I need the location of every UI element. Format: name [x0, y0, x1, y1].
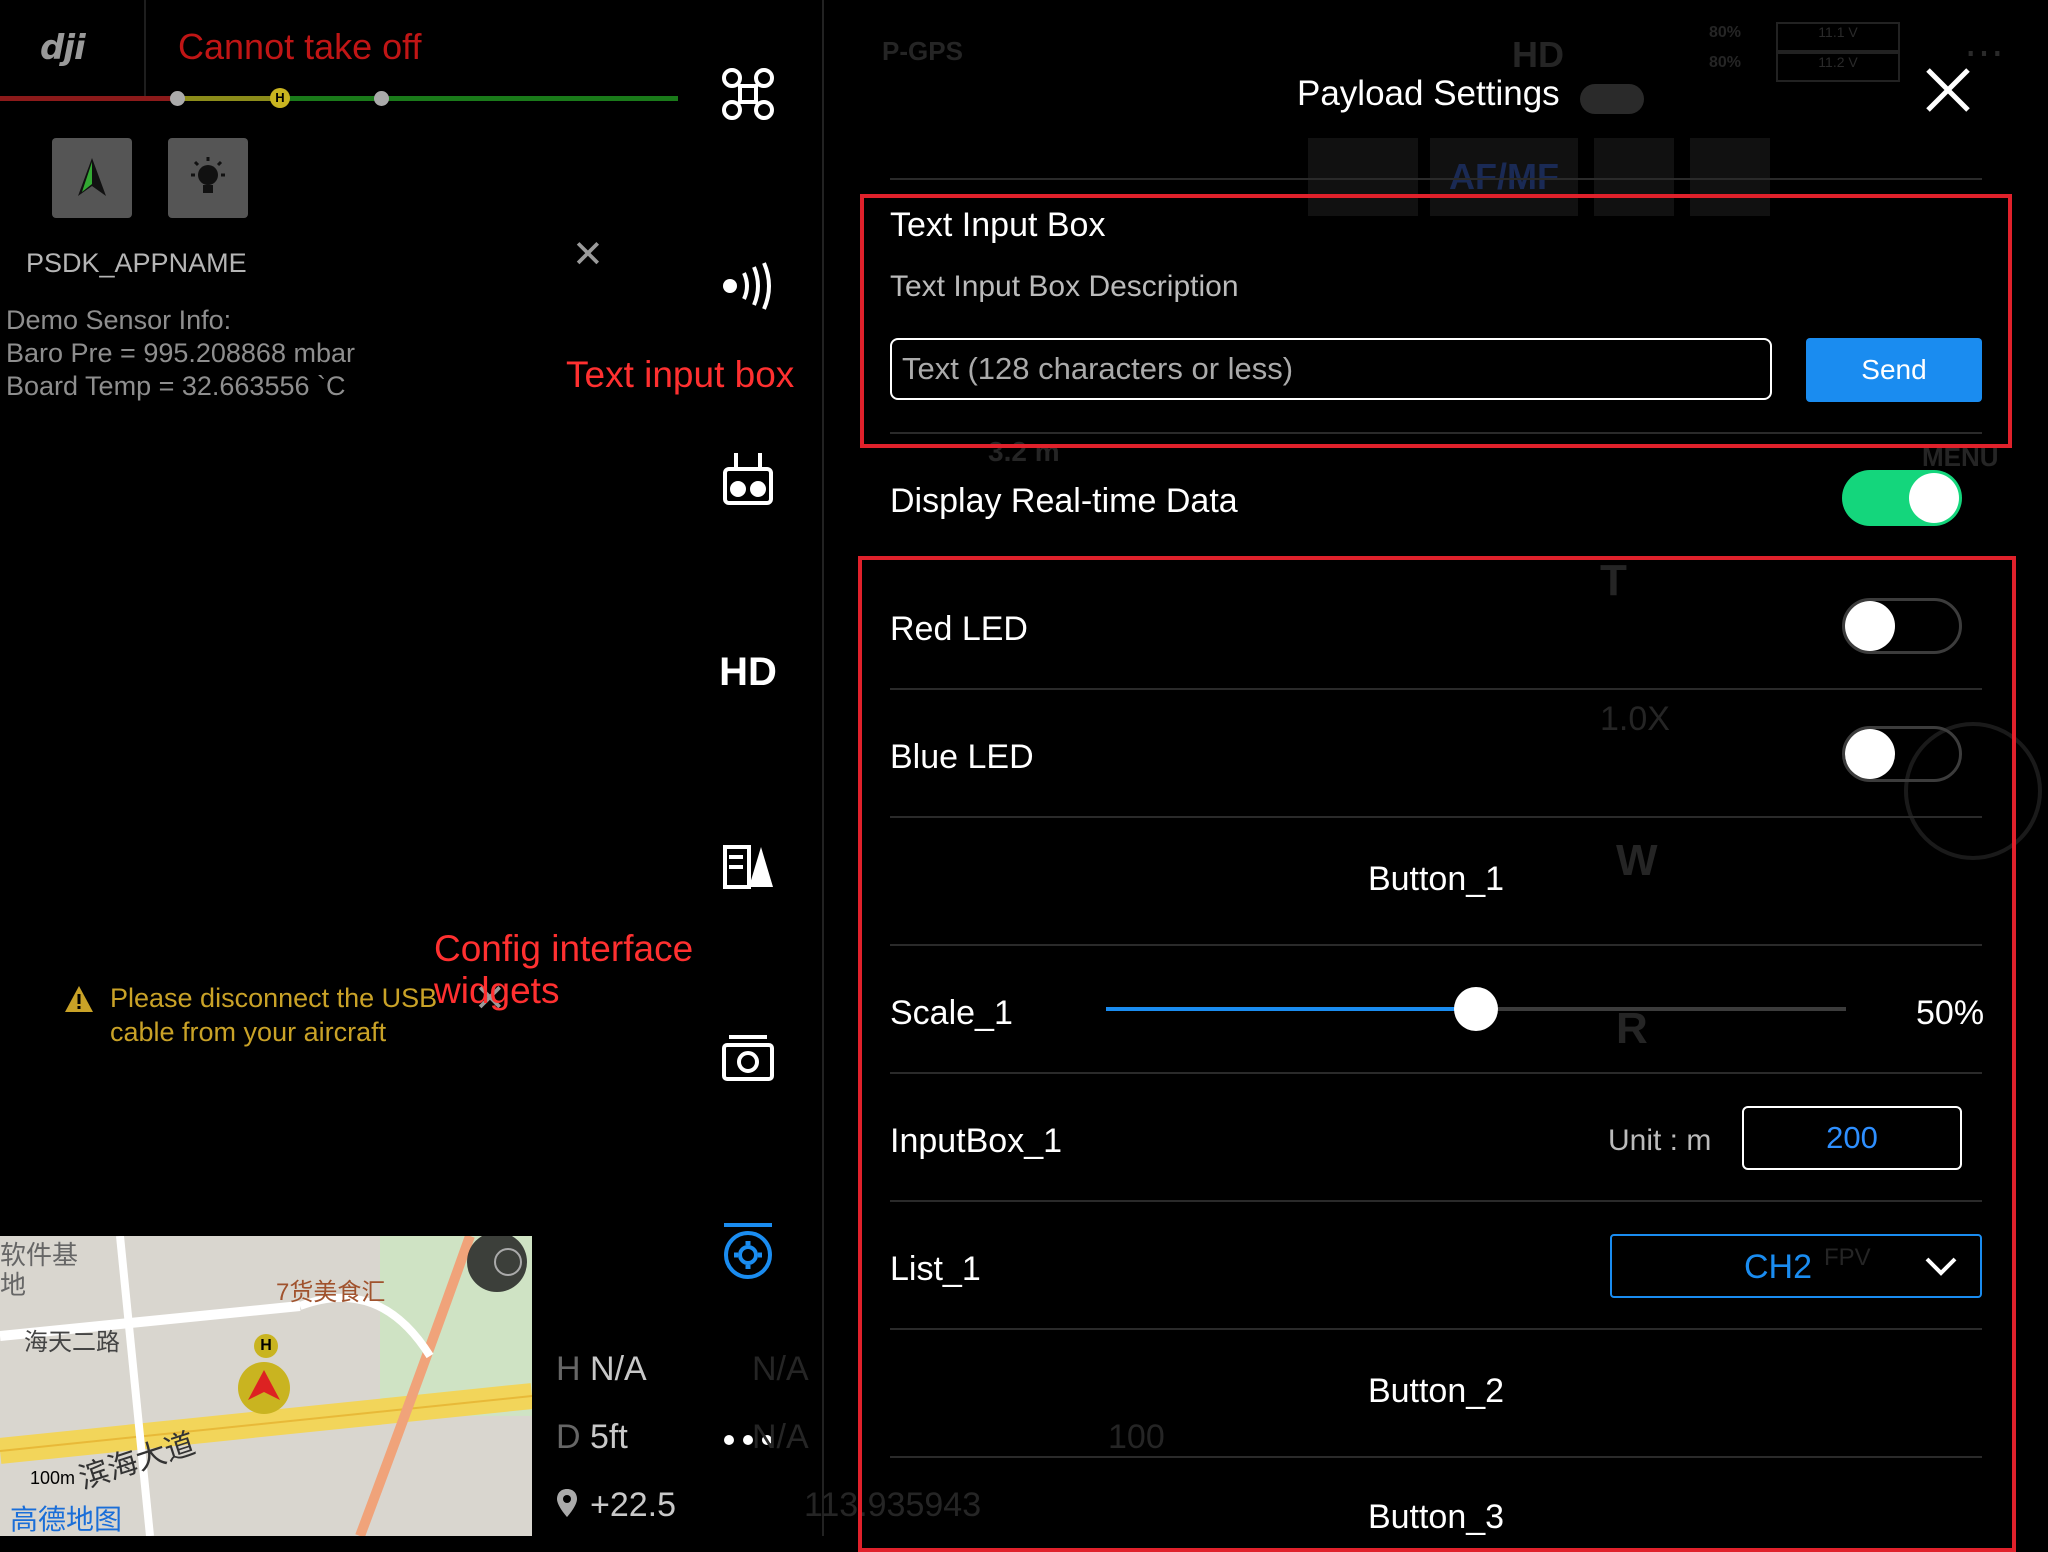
hud-ghost: N/A [752, 1418, 809, 1456]
signal-icon [723, 262, 771, 310]
display-realtime-toggle[interactable] [1842, 470, 1962, 526]
gps-status-ghost: P-GPS [882, 36, 963, 66]
light-button[interactable] [168, 138, 248, 218]
voltage-ghost: 11.1 V [1776, 22, 1900, 52]
status-line-segment [280, 96, 678, 101]
home-point-marker: H [254, 1334, 278, 1358]
annotation-config-widgets: Config interface widgets [434, 928, 694, 1011]
map-label: 海天二路 [24, 1329, 120, 1356]
voltage-ghost: 11.2 V [1776, 52, 1900, 82]
divider [890, 178, 1982, 180]
battery-icon [723, 845, 773, 889]
battery-ghost: 80% [1709, 54, 1742, 71]
camera-icon [722, 1035, 774, 1081]
panel-title: Payload Settings [1297, 74, 1560, 113]
annotation-box-text-input [860, 194, 2012, 448]
aircraft-marker-icon [238, 1362, 290, 1414]
map-label: 7货美食汇 [276, 1279, 386, 1306]
signal-settings-button[interactable] [718, 256, 778, 316]
remote-controller-button[interactable] [718, 450, 778, 510]
aircraft-icon [722, 68, 774, 120]
hd-status-ghost: HD [1512, 34, 1564, 75]
light-bulb-icon [191, 157, 225, 193]
hud-ghost: N/A [752, 1350, 809, 1388]
left-panel: dji Cannot take off H PSDK_APPNAME ✕ Dem… [0, 0, 822, 1536]
battery-settings-button[interactable] [718, 836, 778, 896]
settings-icon [724, 1223, 772, 1279]
close-icon[interactable] [1924, 66, 1972, 114]
height-value: N/A [590, 1350, 647, 1388]
status-line-segment [0, 96, 178, 101]
app-name: PSDK_APPNAME [26, 248, 247, 278]
payload-settings-button[interactable] [718, 1222, 778, 1282]
status-line-segment [178, 96, 280, 101]
camera-settings-button[interactable] [718, 1028, 778, 1088]
display-realtime-label: Display Real-time Data [890, 482, 1238, 520]
status-node [170, 91, 185, 106]
height-label: H [556, 1350, 581, 1388]
divider [144, 0, 146, 98]
status-node [374, 91, 389, 106]
map-scale: 100m [30, 1468, 76, 1488]
title-badge [1580, 84, 1644, 114]
close-icon[interactable]: ✕ [572, 236, 604, 274]
toggle-knob [1909, 473, 1959, 523]
usb-warning: Please disconnect the USB cable from you… [110, 983, 438, 1047]
map-brand: 高德地图 [10, 1504, 123, 1535]
height-readout: H N/A [556, 1350, 647, 1389]
distance-value: 5ft [590, 1418, 628, 1456]
compass-icon [78, 158, 106, 196]
dji-logo: dji [40, 28, 86, 68]
location-pin-icon [557, 1489, 577, 1517]
hd-settings-button[interactable]: HD [718, 642, 778, 702]
distance-readout: D 5ft [556, 1418, 628, 1457]
annotation-box-config-widgets [858, 556, 2016, 1552]
warning-icon [65, 986, 93, 1012]
aircraft-settings-button[interactable] [718, 64, 778, 124]
compass-button[interactable] [52, 138, 132, 218]
remote-controller-icon [723, 453, 773, 505]
map-label: 软件基地 [0, 1240, 79, 1300]
battery-ghost: 80% [1709, 24, 1742, 41]
annotation-text-input-box: Text input box [566, 354, 795, 395]
takeoff-status: Cannot take off [178, 26, 422, 67]
coordinate-readout: +22.5 [590, 1486, 677, 1524]
home-node: H [270, 88, 290, 108]
map-view[interactable]: 软件基地 7货美食汇 海天二路 滨海大道 H 100m 高德地图 [0, 1236, 532, 1536]
distance-label: D [556, 1418, 581, 1456]
sensor-info: Demo Sensor Info: Baro Pre = 995.208868 … [6, 305, 355, 401]
